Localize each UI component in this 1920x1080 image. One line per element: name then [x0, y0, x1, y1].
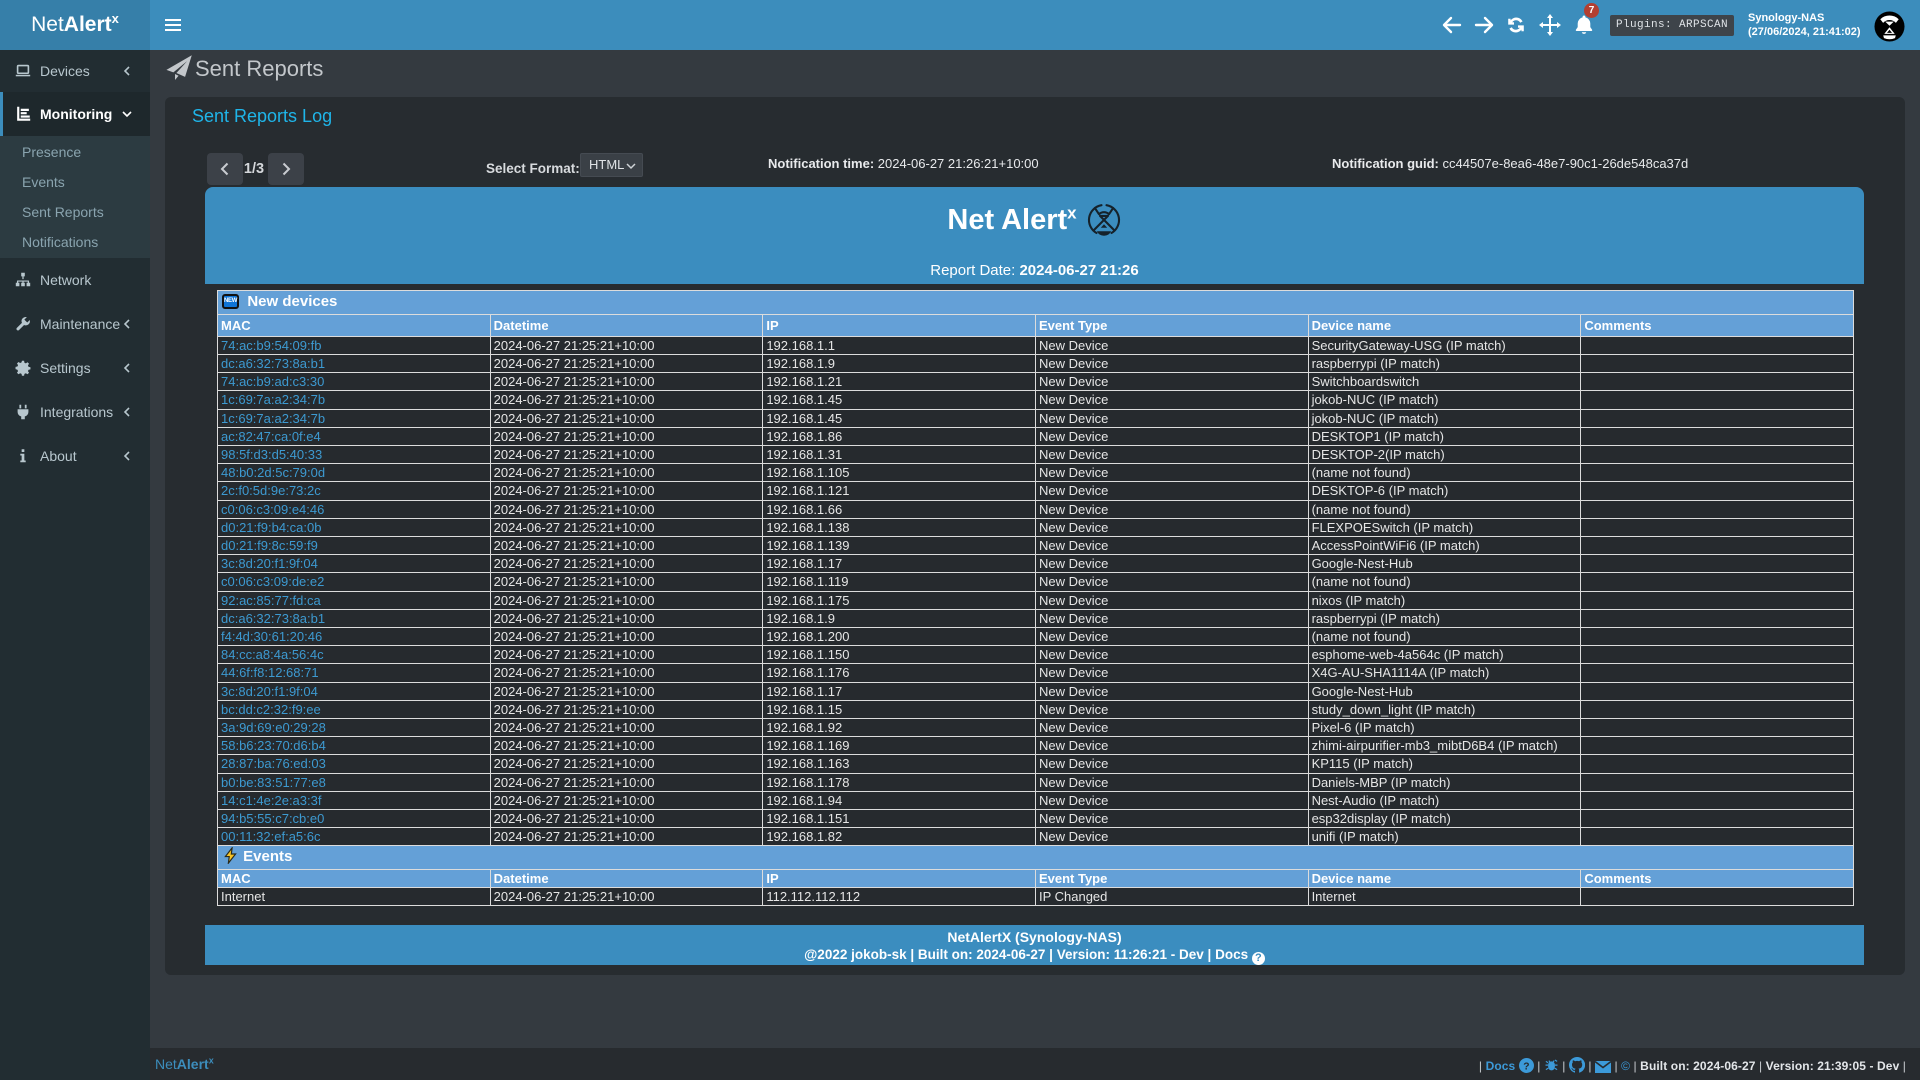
svg-text:?: ? [1523, 1061, 1529, 1072]
